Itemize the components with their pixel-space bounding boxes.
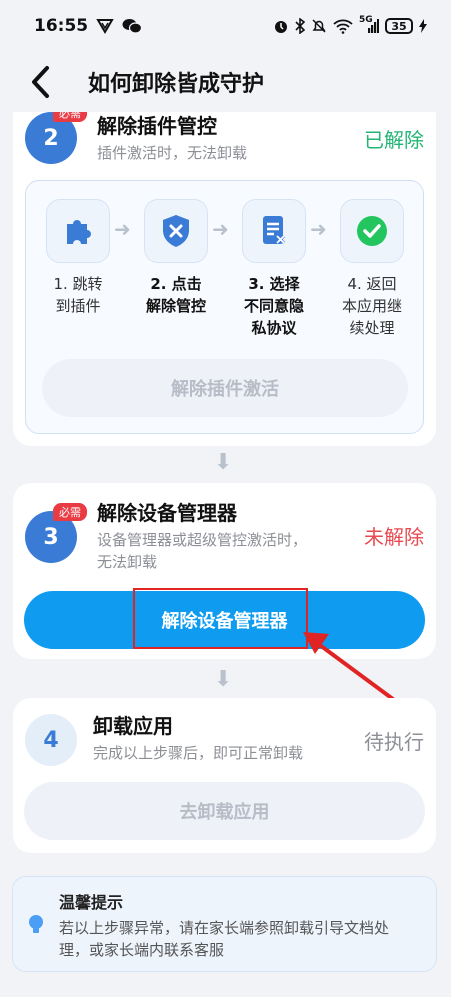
arrow-right-icon: ➜ (212, 217, 229, 241)
shield-x-icon (163, 215, 189, 247)
signal-icon: 5G (359, 15, 379, 34)
flow-step-2-label: 2. 点击 解除管控 (145, 275, 206, 315)
charging-icon (419, 19, 427, 33)
step-title: 解除设备管理器 (97, 501, 237, 525)
status-bar: 16:55 5G 35 (0, 0, 451, 52)
tips-title: 温馨提示 (59, 893, 124, 912)
step-number: 4 (25, 714, 77, 766)
back-button[interactable] (16, 58, 64, 106)
step-desc: 设备管理器或超级管控激活时， 无法卸载 (97, 531, 308, 571)
flow-step-1-icon (46, 199, 110, 263)
tips-body: 若以上步骤异常，请在家长端参照卸载引导文档处 理，或家长端内联系客服 (59, 919, 390, 959)
arrow-right-icon: ➜ (114, 217, 131, 241)
lightbulb-icon (27, 913, 45, 941)
step-title: 卸载应用 (93, 714, 173, 738)
flow-step-1-label: 1. 跳转 到插件 (53, 275, 103, 315)
flow-step-3-icon (242, 199, 306, 263)
flow-step-2-icon (144, 199, 208, 263)
flow-step-3-label: 3. 选择 不同意隐 私协议 (243, 275, 304, 337)
network-type-label: 5G (359, 15, 373, 25)
arrow-down-icon: ⬇ (214, 667, 233, 692)
step-status: 待执行 (364, 730, 424, 754)
step-desc: 完成以上步骤后，即可正常卸载 (93, 744, 304, 762)
step-2-card: 2 必需 解除插件管控 插件激活时，无法卸载 已解除 ➜ ➜ ➜ 1. 跳转 到… (13, 112, 436, 446)
flow-step-4-label: 4. 返回 本应用继 续处理 (341, 275, 402, 337)
step-desc: 插件激活时，无法卸载 (97, 144, 248, 162)
arrow-right-icon: ➜ (310, 217, 327, 241)
page-header: 如何卸除皆成守护 (0, 52, 451, 112)
uninstall-app-button[interactable]: 去卸载应用 (24, 782, 425, 840)
puzzle-icon (67, 220, 91, 244)
tips-card: 温馨提示 若以上步骤异常，请在家长端参照卸载引导文档处 理，或家长端内联系客服 (12, 876, 437, 972)
bluetooth-icon (295, 18, 305, 34)
vpn-shield-icon (96, 18, 114, 34)
required-badge: 必需 (53, 112, 87, 122)
check-circle-icon (357, 216, 387, 246)
page-title: 如何卸除皆成守护 (88, 72, 265, 97)
step-status: 已解除 (364, 128, 424, 152)
document-x-icon (263, 216, 286, 245)
status-right: 5G 35 (273, 15, 427, 34)
arrow-down-icon: ⬇ (214, 450, 233, 475)
deactivate-plugin-button[interactable]: 解除插件激活 (42, 359, 408, 417)
flow-step-4-icon (340, 199, 404, 263)
status-left: 16:55 (34, 16, 143, 36)
clock: 16:55 (34, 16, 89, 36)
chevron-left-icon (32, 66, 49, 98)
step-status: 未解除 (364, 525, 424, 549)
flow-steps-box: ➜ ➜ ➜ 1. 跳转 到插件 2. 点击 解除管控 3. 选择 不同意隐 私协… (25, 180, 424, 434)
alarm-icon (273, 18, 289, 34)
mute-bell-icon (311, 18, 327, 34)
wifi-icon (333, 18, 353, 34)
required-badge: 必需 (53, 503, 87, 521)
wechat-icon (122, 18, 143, 34)
highlight-box (133, 588, 308, 649)
battery-indicator: 35 (385, 18, 413, 34)
step-4-card: 4 卸载应用 完成以上步骤后，即可正常卸载 待执行 去卸载应用 (13, 698, 436, 853)
step-title: 解除插件管控 (97, 114, 217, 138)
